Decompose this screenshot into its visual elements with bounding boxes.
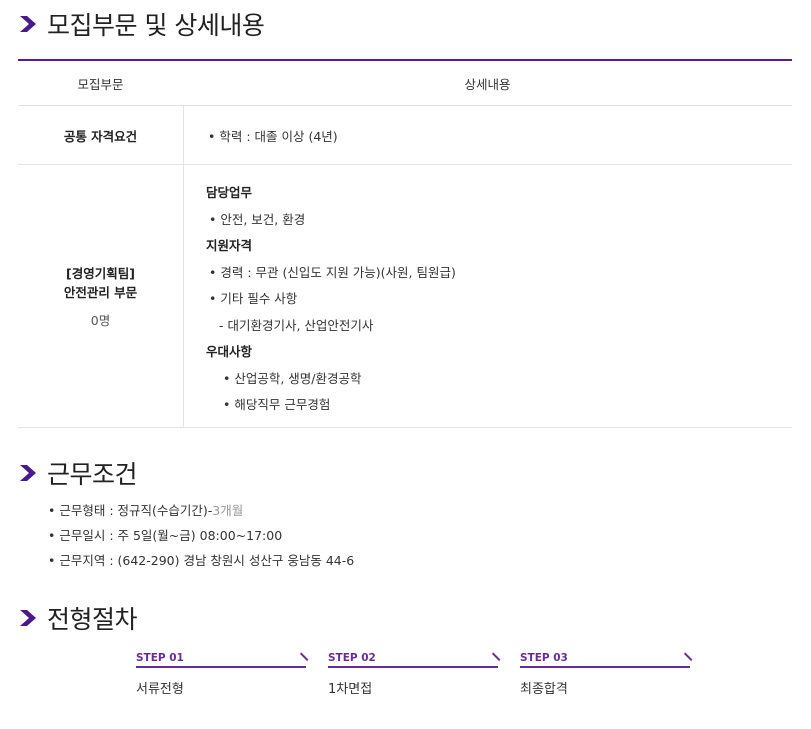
list-item: • 근무형태 : 정규직(수습기간)-3개월 bbox=[48, 502, 354, 527]
step-arrow-line bbox=[520, 666, 690, 668]
table-row: 공통 자격요건 • 학력 : 대졸 이상 (4년) bbox=[18, 106, 792, 165]
step-arrow-line bbox=[136, 666, 306, 668]
header-recruit-field: 모집부문 bbox=[77, 76, 124, 92]
recruit-table: 모집부문 상세내용 공통 자격요건 • 학력 : 대졸 이상 (4년) [경영기… bbox=[18, 59, 792, 428]
common-requirements-label: 공통 자격요건 bbox=[63, 128, 138, 144]
list-item: • 해당직무 근무경험 bbox=[223, 397, 331, 412]
work-hours: • 근무일시 : 주 5일(월~금) 08:00~17:00 bbox=[48, 528, 283, 543]
department-name: 안전관리 부문 bbox=[63, 284, 138, 300]
step-arrow-line bbox=[328, 666, 498, 668]
header-details: 상세내용 bbox=[464, 76, 511, 92]
qualification-heading: 지원자격 bbox=[206, 238, 253, 253]
process-title: 전형절차 bbox=[47, 605, 138, 634]
team-name: [경영기획팀] bbox=[66, 265, 135, 281]
probation-period: 3개월 bbox=[212, 503, 244, 518]
duty-heading: 담당업무 bbox=[206, 185, 253, 200]
recruit-title: 모집부문 및 상세내용 bbox=[47, 11, 265, 40]
process-step: STEP 01 서류전형 bbox=[136, 651, 328, 697]
process-steps: STEP 01 서류전형 STEP 02 1차면접 STEP 03 최종합격 bbox=[136, 651, 712, 697]
step-name: 서류전형 bbox=[136, 682, 184, 697]
chevron-right-icon bbox=[20, 16, 36, 32]
section-title-recruit: 모집부문 및 상세내용 bbox=[18, 6, 265, 42]
list-subitem: - 대기환경기사, 산업안전기사 bbox=[219, 317, 374, 333]
conditions-title: 근무조건 bbox=[47, 460, 138, 489]
table-header-row: 모집부문 상세내용 bbox=[18, 61, 792, 106]
section-title-conditions: 근무조건 bbox=[18, 455, 138, 491]
list-item: • 안전, 보건, 환경 bbox=[209, 211, 306, 227]
conditions-list: • 근무형태 : 정규직(수습기간)-3개월 • 근무일시 : 주 5일(월~금… bbox=[48, 502, 354, 577]
list-item: • 경력 : 무관 (신입도 지원 가능)(사원, 팀원급) bbox=[209, 264, 456, 280]
chevron-right-icon bbox=[20, 465, 36, 481]
table-row: [경영기획팀] 안전관리 부문 0명 담당업무 • 안전, 보건, 환경 지원자… bbox=[18, 165, 792, 428]
list-item: • 기타 필수 사항 bbox=[209, 291, 298, 306]
process-step: STEP 03 최종합격 bbox=[520, 651, 712, 697]
step-name: 최종합격 bbox=[520, 682, 568, 697]
preference-heading: 우대사항 bbox=[206, 344, 253, 359]
chevron-right-icon bbox=[20, 610, 36, 626]
process-step: STEP 02 1차면접 bbox=[328, 651, 520, 697]
education-requirement: • 학력 : 대졸 이상 (4년) bbox=[208, 128, 338, 144]
work-location: • 근무지역 : (642-290) 경남 창원시 성산구 웅남동 44-6 bbox=[48, 553, 355, 568]
headcount: 0명 bbox=[90, 312, 111, 328]
list-item: • 산업공학, 생명/환경공학 bbox=[223, 370, 362, 386]
section-title-process: 전형절차 bbox=[18, 600, 138, 636]
step-name: 1차면접 bbox=[328, 682, 373, 697]
work-type: • 근무형태 : 정규직(수습기간)- bbox=[48, 503, 213, 518]
